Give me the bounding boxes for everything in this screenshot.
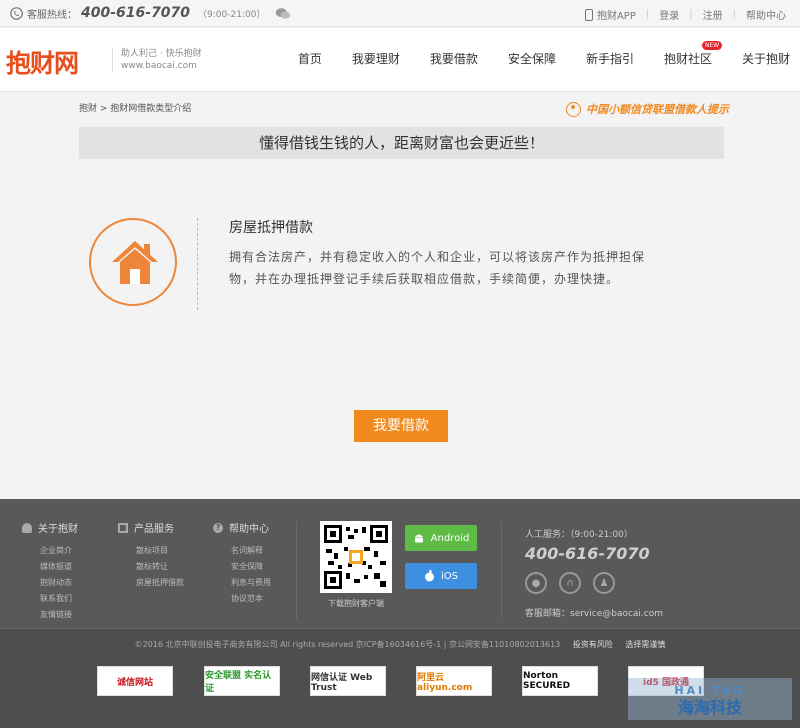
hotline: 客服热线： 400-616-7070 （9:00-21:00） — [10, 5, 291, 21]
footer-link[interactable]: 企业简介 — [40, 543, 78, 559]
footer-col-head: 关于抱财 — [22, 520, 78, 535]
footer-link[interactable]: 散标转让 — [136, 559, 184, 575]
service-hours: 人工服务：（9:00-21:00） — [525, 530, 633, 540]
breadcrumb[interactable]: 抱财 > 抱财网借款类型介绍 — [79, 101, 191, 114]
nav-community[interactable]: 抱财社区 NEW — [663, 41, 723, 67]
footer-link[interactable]: 名词解释 — [231, 543, 271, 559]
android-download-button[interactable]: Android — [405, 525, 477, 551]
top-links: 抱财APP | 登录 | 注册 | 帮助中心 — [584, 7, 786, 22]
loan-type-title: 房屋抵押借款 — [229, 220, 313, 236]
qq-icon[interactable]: ♟ — [593, 572, 615, 594]
site-url: www.baocai.com — [121, 61, 197, 71]
watermark-en: HAI TAO — [674, 684, 746, 697]
footer-col-products: 产品服务 散标项目 散标转让 房屋抵押借款 — [118, 520, 184, 591]
android-label: Android — [430, 532, 470, 544]
footer-link[interactable]: 安全保障 — [231, 559, 271, 575]
qr-code-image — [324, 525, 388, 589]
main-nav: 首页 我要理财 我要借款 安全保障 新手指引 抱财社区 NEW 关于抱财 — [298, 41, 800, 67]
divider: | — [689, 9, 693, 20]
watermark-cn: 海淘科技 — [677, 698, 742, 717]
qr-code — [320, 521, 392, 593]
nav-guide[interactable]: 新手指引 — [586, 50, 634, 67]
social-icons: ● ∩ ♟ — [525, 572, 615, 594]
footer-link[interactable]: 利息与费用 — [231, 575, 271, 591]
nav-borrow[interactable]: 我要借款 — [430, 50, 478, 67]
footer-link[interactable]: 友情链接 — [40, 607, 78, 623]
wechat-icon[interactable]: ● — [525, 572, 547, 594]
footer-link[interactable]: 散标项目 — [136, 543, 184, 559]
footer-col-head: 产品服务 — [118, 520, 184, 535]
hotline-label: 客服热线： — [27, 9, 77, 21]
copyright-text: ©2016 北京中联创投电子商务有限公司 All rights reserved… — [134, 640, 561, 649]
phone-icon — [10, 6, 23, 20]
footer-link[interactable]: 联系我们 — [40, 591, 78, 607]
ios-label: iOS — [441, 570, 458, 582]
nav-security[interactable]: 安全保障 — [508, 50, 556, 67]
slogan-banner: 懂得借钱生钱的人，距离财富也会更近些！ — [79, 127, 724, 159]
service-email[interactable]: 客服邮箱：service@baocai.com — [525, 606, 663, 619]
footer-col-help: ? 帮助中心 名词解释 安全保障 利息与费用 协议范本 — [213, 520, 271, 607]
borrow-button[interactable]: 我要借款 — [354, 410, 448, 442]
cert-badge-security-alliance[interactable]: 安全联盟 实名认证 — [204, 666, 280, 696]
apple-icon — [425, 570, 434, 582]
help-icon: ? — [213, 522, 223, 533]
cert-badge-credit[interactable]: 诚信网站 — [97, 666, 173, 696]
footer-link[interactable]: 媒体报道 — [40, 559, 78, 575]
footer-col-title: 帮助中心 — [229, 524, 269, 535]
headset-icon[interactable]: ∩ — [559, 572, 581, 594]
copyright: ©2016 北京中联创投电子商务有限公司 All rights reserved… — [0, 639, 800, 650]
logo[interactable]: 抱财网 — [6, 44, 79, 80]
android-icon — [414, 534, 423, 543]
help-center-link[interactable]: 帮助中心 — [746, 7, 786, 22]
divider — [501, 521, 502, 619]
mobile-phone-icon — [584, 8, 593, 21]
footer-link[interactable]: 协议范本 — [231, 591, 271, 607]
app-link[interactable]: 抱财APP — [597, 7, 636, 22]
cert-badge-aliyun[interactable]: 阿里云 aliyun.com — [416, 666, 492, 696]
person-icon — [22, 522, 32, 533]
nav-home[interactable]: 首页 — [298, 50, 322, 67]
person-icon — [566, 101, 581, 117]
loan-type-description: 拥有合法房产，并有稳定收入的个人和企业，可以将该房产作为抵押担保物，并在办理抵押… — [229, 250, 646, 286]
hotline-number: 400-616-7070 — [81, 5, 191, 21]
new-badge: NEW — [701, 41, 723, 50]
house-icon — [112, 241, 158, 284]
grid-icon — [118, 522, 128, 533]
footer-col-title: 关于抱财 — [38, 524, 78, 535]
slogan-text: 助人利己 · 快乐抱财 — [121, 49, 202, 59]
risk-notice: 投资有风险 — [572, 640, 613, 649]
footer-link[interactable]: 抱财动态 — [40, 575, 78, 591]
hotline-hours: （9:00-21:00） — [198, 9, 266, 20]
cert-badge-web-trust[interactable]: 网信认证 Web Trust — [310, 666, 386, 696]
divider: | — [732, 9, 736, 20]
house-icon-circle — [89, 218, 177, 306]
ios-download-button[interactable]: iOS — [405, 563, 477, 589]
wechat-icon[interactable] — [275, 7, 291, 20]
nav-invest[interactable]: 我要理财 — [352, 50, 400, 67]
footer-col-head: ? 帮助中心 — [213, 520, 271, 535]
login-link[interactable]: 登录 — [659, 7, 679, 22]
league-notice[interactable]: 中国小额信贷联盟借款人提示 — [566, 101, 729, 117]
cert-badge-norton[interactable]: Norton SECURED — [522, 666, 598, 696]
league-notice-text: 中国小额信贷联盟借款人提示 — [586, 103, 729, 116]
divider: | — [645, 9, 650, 20]
divider — [197, 218, 198, 310]
footer-col-about: 关于抱财 企业简介 媒体报道 抱财动态 联系我们 友情链接 — [22, 520, 78, 623]
caution-notice: 选择需谨慎 — [625, 640, 666, 649]
footer-link[interactable]: 房屋抵押借款 — [136, 575, 184, 591]
service-number: 400-616-7070 — [525, 544, 650, 563]
nav-community-label: 抱财社区 — [663, 52, 712, 66]
footer-col-title: 产品服务 — [134, 524, 174, 535]
divider — [296, 521, 297, 619]
register-link[interactable]: 注册 — [703, 7, 723, 22]
header: 抱财网 助人利己 · 快乐抱财 www.baocai.com 首页 我要理财 我… — [0, 28, 800, 92]
slogan: 助人利己 · 快乐抱财 www.baocai.com — [112, 48, 202, 72]
nav-about[interactable]: 关于抱财 — [742, 50, 790, 67]
qr-caption: 下载抱财客户端 — [328, 599, 384, 608]
watermark-logo: HAI TAO 海淘科技 — [628, 678, 792, 720]
top-bar: 客服热线： 400-616-7070 （9:00-21:00） 抱财APP | … — [0, 0, 800, 27]
